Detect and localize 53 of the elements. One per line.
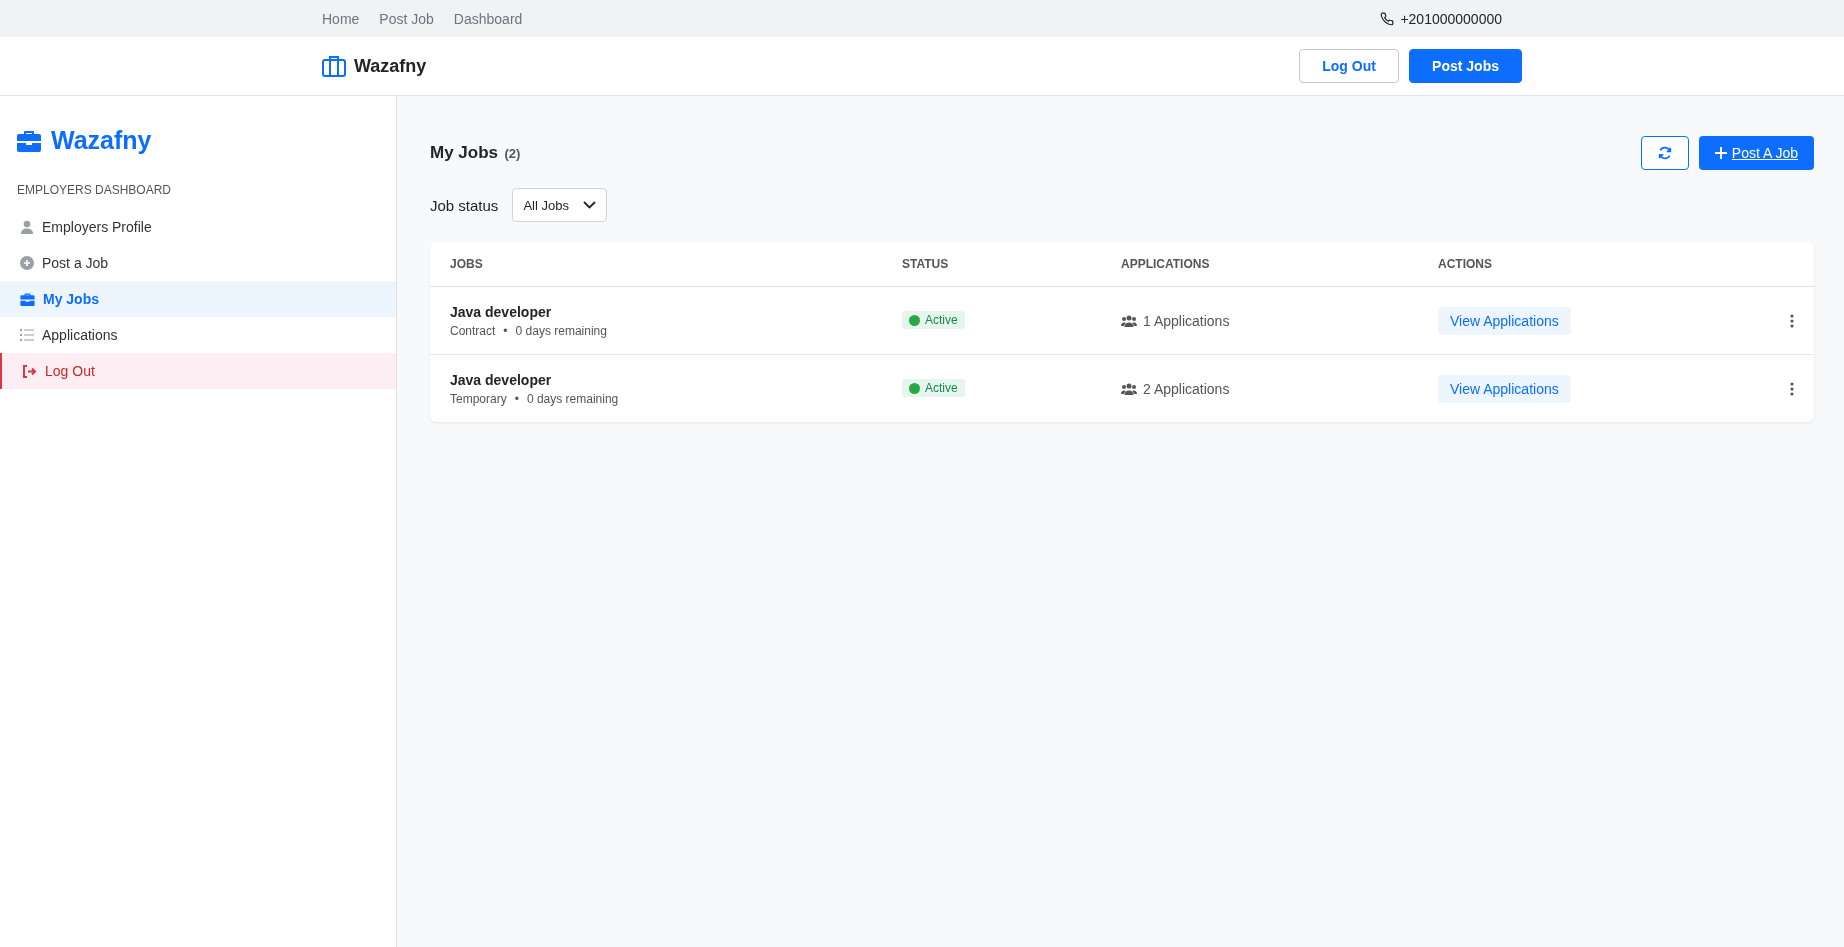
column-header: STATUS [902,257,950,271]
filter-label: Job status [430,196,499,214]
status-badge: Active [902,379,965,398]
sidebar-item[interactable]: Applications [0,317,396,353]
applications-count: 1 Applications [1143,312,1230,329]
chevron-down-icon [582,201,596,209]
job-type: Contract [450,323,496,338]
sidebar-item[interactable]: Log Out [0,353,396,389]
people-icon [1121,382,1137,395]
nav-link[interactable]: Home [322,10,360,27]
view-applications-button[interactable]: View Applications [1438,306,1571,335]
status-badge: Active [902,311,965,330]
nav-link[interactable]: Post Job [379,10,434,27]
nav-link[interactable]: Dashboard [453,10,523,27]
header-button[interactable]: Log Out [1299,49,1400,83]
job-status-select[interactable]: All Jobs [512,188,607,222]
days-remaining: 0 days remaining [526,391,619,406]
phone-number: +201000000000 [1400,10,1502,27]
section-heading: EMPLOYERS DASHBOARD [16,183,173,199]
bullet-separator: • [503,323,508,338]
plus-circle-icon [20,256,34,270]
phone-icon [1380,11,1395,26]
job-title[interactable]: Java developer [450,371,902,388]
refresh-icon [1657,146,1672,160]
job-count: (2) [504,146,521,161]
applications-count: 2 Applications [1143,380,1230,397]
header-button[interactable]: Post Jobs [1409,49,1522,83]
page-title: My Jobs [430,143,499,162]
post-job-button[interactable]: Post A Job [1698,136,1814,170]
job-type: Temporary [450,391,507,406]
brand-name[interactable]: Wazafny [354,55,427,77]
person-icon [20,220,34,234]
column-header: JOBS [450,257,484,271]
sidebar-item[interactable]: Employers Profile [0,209,396,245]
bullet-separator: • [514,391,519,406]
refresh-button[interactable] [1640,136,1689,170]
column-header: APPLICATIONS [1121,257,1211,271]
more-icon[interactable] [1790,381,1794,396]
more-icon[interactable] [1790,313,1794,328]
list-icon [20,329,34,341]
view-applications-button[interactable]: View Applications [1438,374,1571,403]
briefcase-icon [20,292,35,306]
sidebar-item[interactable]: My Jobs [0,281,396,317]
people-icon [1121,314,1137,327]
briefcase-icon [17,129,41,152]
sidebar-item[interactable]: Post a Job [0,245,396,281]
briefcase-icon [322,55,346,77]
job-title[interactable]: Java developer [450,303,902,320]
days-remaining: 0 days remaining [515,323,607,338]
plus-icon [1714,147,1727,159]
logout-icon [22,364,37,378]
sidebar-brand[interactable]: Wazafny [51,126,152,155]
column-header: ACTIONS [1438,257,1493,271]
